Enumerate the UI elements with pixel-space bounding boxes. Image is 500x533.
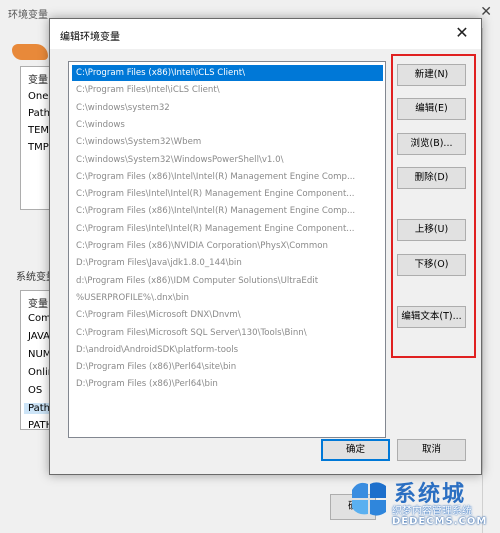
dialog-title: 编辑环境变量 <box>60 32 120 43</box>
path-entry[interactable]: D:\Program Files (x86)\Perl64\bin <box>72 376 383 392</box>
dialog-titlebar[interactable]: 编辑环境变量 ✕ <box>50 19 481 49</box>
path-entry[interactable]: C:\Program Files\Intel\Intel(R) Manageme… <box>72 221 383 237</box>
path-entry[interactable]: d:\Program Files (x86)\IDM Computer Solu… <box>72 273 383 289</box>
edit-button[interactable]: 编辑(E) <box>397 98 466 120</box>
path-entry[interactable]: C:\Program Files\Intel\iCLS Client\ <box>72 82 383 98</box>
path-entry[interactable]: C:\windows\System32\Wbem <box>72 134 383 150</box>
delete-button[interactable]: 删除(D) <box>397 167 466 189</box>
path-entry[interactable]: C:\Program Files (x86)\Intel\Intel(R) Ma… <box>72 203 383 219</box>
path-entry[interactable]: C:\Program Files (x86)\Intel\Intel(R) Ma… <box>72 169 383 185</box>
path-entry[interactable]: %USERPROFILE%\.dnx\bin <box>72 290 383 306</box>
list-item[interactable]: OS <box>28 385 42 396</box>
path-entry[interactable]: D:\android\AndroidSDK\platform-tools <box>72 342 383 358</box>
edit-environment-variable-dialog: 编辑环境变量 ✕ C:\Program Files (x86)\Intel\iC… <box>49 18 482 475</box>
new-button[interactable]: 新建(N) <box>397 64 466 86</box>
list-item[interactable]: TMP <box>28 142 49 153</box>
watermark-url: DEDECMS.COM <box>392 516 488 527</box>
close-icon[interactable]: ✕ <box>453 23 471 43</box>
windows-logo-icon <box>352 482 386 516</box>
list-item[interactable]: NUM <box>28 349 51 360</box>
path-list[interactable]: C:\Program Files (x86)\Intel\iCLS Client… <box>68 61 386 438</box>
path-entry[interactable]: C:\Program Files\Microsoft DNX\Dnvm\ <box>72 307 383 323</box>
path-entry[interactable]: C:\Program Files\Microsoft SQL Server\13… <box>72 325 383 341</box>
path-entry[interactable]: C:\windows <box>72 117 383 133</box>
path-entry[interactable]: C:\windows\System32\WindowsPowerShell\v1… <box>72 152 383 168</box>
column-header-variable[interactable]: 变量 <box>28 295 48 310</box>
column-header-variable[interactable]: 变量 <box>28 71 48 86</box>
move-up-button[interactable]: 上移(U) <box>397 219 466 241</box>
background-close-icon[interactable]: ✕ <box>480 4 492 20</box>
ok-button[interactable]: 确定 <box>321 439 390 461</box>
browse-button[interactable]: 浏览(B)... <box>397 133 466 155</box>
edit-text-button[interactable]: 编辑文本(T)... <box>397 306 466 328</box>
path-entry[interactable]: C:\Program Files (x86)\NVIDIA Corporatio… <box>72 238 383 254</box>
path-entry[interactable]: C:\Program Files\Intel\Intel(R) Manageme… <box>72 186 383 202</box>
list-item[interactable]: JAVA <box>28 331 50 342</box>
background-window-title: 环境变量 <box>8 10 48 21</box>
watermark-subtitle: 织梦内容管理系统 <box>392 506 472 517</box>
background-window-edge <box>482 28 500 533</box>
move-down-button[interactable]: 下移(O) <box>397 254 466 276</box>
cancel-button[interactable]: 取消 <box>397 439 466 461</box>
path-entry[interactable]: D:\Program Files\Java\jdk1.8.0_144\bin <box>72 255 383 271</box>
list-item[interactable]: Path <box>28 108 50 119</box>
path-entry[interactable]: C:\windows\system32 <box>72 100 383 116</box>
user-icon <box>12 44 48 60</box>
path-entry[interactable]: D:\Program Files (x86)\Perl64\site\bin <box>72 359 383 375</box>
path-entry[interactable]: C:\Program Files (x86)\Intel\iCLS Client… <box>72 65 383 81</box>
